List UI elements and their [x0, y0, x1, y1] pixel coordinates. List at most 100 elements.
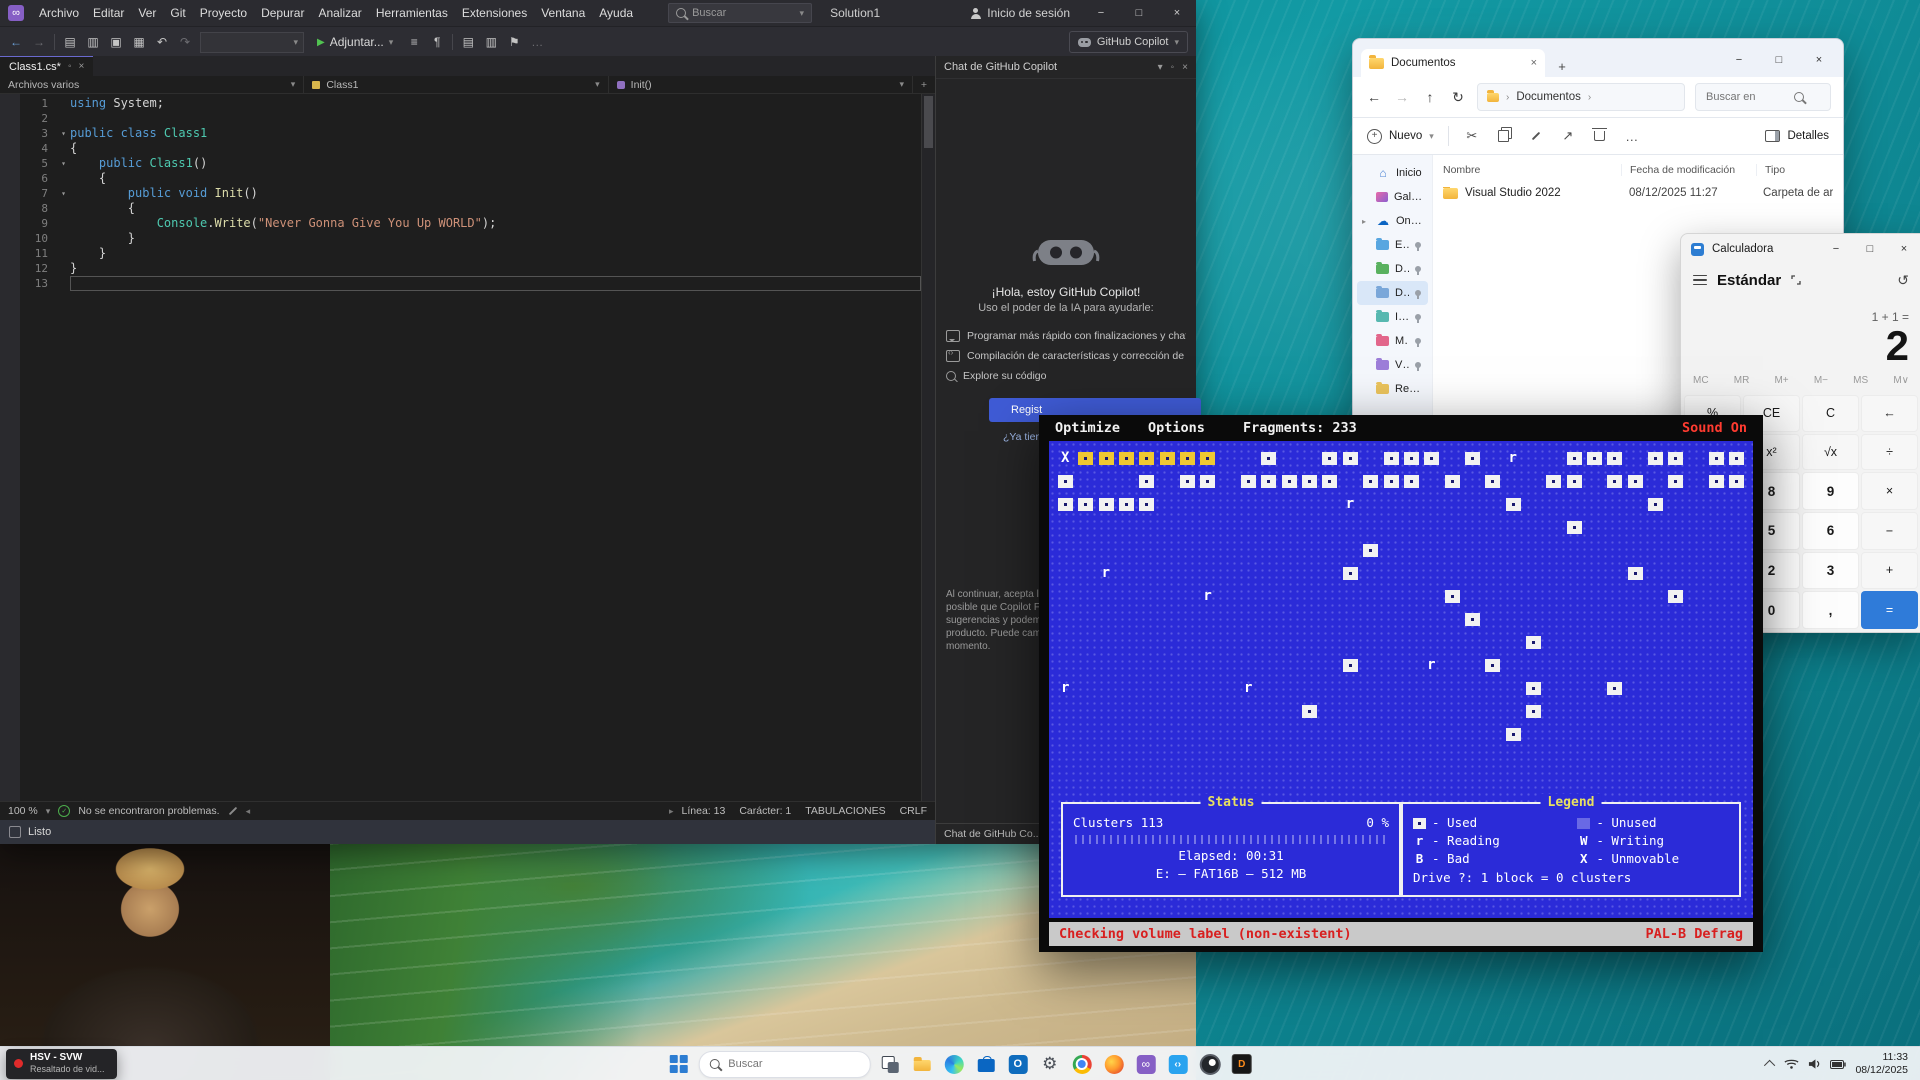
calc-key-9[interactable]: 9 — [1802, 472, 1859, 510]
menu-archivo[interactable]: Archivo — [32, 0, 86, 26]
rename-icon[interactable] — [1527, 135, 1545, 137]
dosbox-icon[interactable] — [1229, 1052, 1254, 1077]
battery-icon[interactable] — [1830, 1060, 1846, 1069]
menu-icon[interactable] — [1693, 275, 1707, 286]
address-bar[interactable]: › Documentos › — [1477, 83, 1685, 111]
bookmark-icon[interactable]: ⚑ — [506, 33, 522, 51]
sign-in-button[interactable]: Inicio de sesión — [960, 6, 1080, 20]
comment-icon[interactable]: ▥ — [483, 33, 499, 51]
menu-extensiones[interactable]: Extensiones — [455, 0, 534, 26]
more-options-icon[interactable]: … — [1623, 129, 1641, 144]
tab-class1-cs[interactable]: Class1.cs* ◦ × — [0, 56, 93, 76]
code-editor[interactable]: 1using System;23▾public class Class14{5▾… — [0, 94, 935, 801]
menu-options[interactable]: Options — [1148, 420, 1205, 436]
code-text[interactable]: } — [70, 246, 921, 261]
chevron-right-icon[interactable]: ▸ — [1362, 217, 1370, 226]
code-text[interactable]: public class Class1 — [70, 126, 921, 141]
calc-key-item[interactable]: ÷ — [1861, 434, 1918, 471]
vscode-icon[interactable] — [1165, 1052, 1190, 1077]
scrollbar-thumb[interactable] — [924, 96, 933, 148]
code-text[interactable]: using System; — [70, 96, 921, 111]
chrome-icon[interactable] — [1069, 1052, 1094, 1077]
add-icon[interactable]: + — [913, 79, 935, 91]
editor-scrollbar[interactable] — [921, 94, 935, 801]
sidebar-item-recorded-video[interactable]: Recorded Video — [1357, 377, 1428, 401]
back-icon[interactable]: ← — [1365, 89, 1383, 105]
breadcrumb-member[interactable]: Init() ▾ — [609, 76, 913, 93]
explorer-tab[interactable]: Documentos × — [1361, 49, 1545, 77]
refresh-icon[interactable]: ↻ — [1449, 89, 1467, 106]
minimize-button[interactable]: − — [1819, 234, 1853, 264]
hscroll-right-icon[interactable]: ▸ — [669, 806, 674, 817]
minimize-button[interactable]: − — [1082, 0, 1120, 26]
calc-key-item[interactable]: , — [1802, 591, 1859, 629]
store-icon[interactable] — [973, 1052, 998, 1077]
calc-key-item[interactable]: × — [1861, 472, 1918, 510]
menu-git[interactable]: Git — [163, 0, 192, 26]
vs-search-box[interactable]: Buscar ▾ — [668, 3, 812, 23]
visual-studio-icon[interactable] — [1133, 1052, 1158, 1077]
menu-ver[interactable]: Ver — [131, 0, 163, 26]
share-icon[interactable]: ↗ — [1559, 128, 1577, 144]
sidebar-item-videos[interactable]: Vídeos — [1357, 353, 1428, 377]
close-icon[interactable]: × — [1182, 62, 1188, 73]
forward-icon[interactable]: → — [1393, 89, 1411, 105]
menu-depurar[interactable]: Depurar — [254, 0, 311, 26]
calculator-mode[interactable]: Estándar — [1717, 272, 1781, 289]
close-button[interactable]: × — [1158, 0, 1196, 26]
pin-icon[interactable]: ◦ — [1171, 62, 1175, 73]
delete-icon[interactable] — [1591, 131, 1609, 141]
undo-icon[interactable]: ↶ — [154, 33, 170, 51]
menu-editar[interactable]: Editar — [86, 0, 131, 26]
sidebar-item-galeria[interactable]: Galería — [1357, 185, 1428, 209]
line-indicator[interactable]: Línea: 13 — [682, 805, 726, 817]
fold-marker-icon[interactable]: ▾ — [57, 156, 70, 171]
code-text[interactable]: Console.Write("Never Gonna Give You Up W… — [70, 216, 921, 231]
menu-analizar[interactable]: Analizar — [311, 0, 368, 26]
code-text[interactable]: { — [70, 201, 921, 216]
save-all-icon[interactable]: ▦ — [131, 33, 147, 51]
close-button[interactable]: × — [1799, 54, 1839, 66]
copy-icon[interactable] — [1495, 130, 1513, 142]
calc-key-3[interactable]: 3 — [1802, 552, 1859, 590]
search-input[interactable] — [1704, 90, 1788, 104]
close-icon[interactable]: × — [79, 61, 85, 72]
up-icon[interactable]: ↑ — [1421, 89, 1439, 105]
outlook-icon[interactable] — [1005, 1052, 1030, 1077]
save-icon[interactable]: ▣ — [108, 33, 124, 51]
calc-key-item[interactable]: − — [1861, 512, 1918, 550]
taskbar-clock[interactable]: 11:33 08/12/2025 — [1855, 1051, 1908, 1077]
chevron-down-icon[interactable]: ▾ — [1158, 62, 1163, 73]
calc-key-c[interactable]: C — [1802, 395, 1859, 432]
taskbar-search[interactable] — [698, 1051, 870, 1078]
code-text[interactable] — [70, 111, 921, 126]
maximize-button[interactable]: □ — [1853, 234, 1887, 264]
hot-reload-icon[interactable]: ≡ — [406, 33, 422, 51]
new-file-icon[interactable]: ▤ — [62, 33, 78, 51]
menu-herramientas[interactable]: Herramientas — [369, 0, 455, 26]
table-row[interactable]: Visual Studio 202208/12/2025 11:27Carpet… — [1443, 181, 1843, 205]
sidebar-item-imagenes[interactable]: Imágenes — [1357, 305, 1428, 329]
memory-ms[interactable]: MS — [1853, 375, 1868, 386]
calc-key-item[interactable]: + — [1861, 552, 1918, 590]
new-tab-button[interactable]: + — [1551, 55, 1573, 77]
notification-toast[interactable]: HSV - SVW Resaltado de vid... — [6, 1049, 117, 1079]
firefox-icon[interactable] — [1101, 1052, 1126, 1077]
calc-key-item[interactable]: ← — [1861, 395, 1918, 432]
code-text[interactable] — [70, 276, 921, 291]
code-text[interactable]: } — [70, 231, 921, 246]
obs-icon[interactable] — [1197, 1052, 1222, 1077]
navigate-back-icon[interactable]: ← — [8, 33, 24, 51]
indent-icon[interactable]: ▤ — [460, 33, 476, 51]
code-text[interactable]: public Class1() — [70, 156, 921, 171]
memory-mr[interactable]: MR — [1734, 375, 1750, 386]
memory-mc[interactable]: MC — [1693, 375, 1709, 386]
cut-icon[interactable]: ✂ — [1463, 128, 1481, 144]
attach-button[interactable]: ▶ Adjuntar... ▾ — [311, 35, 399, 49]
wifi-icon[interactable] — [1784, 1058, 1799, 1070]
sound-toggle[interactable]: Sound On — [1682, 420, 1747, 436]
problems-status[interactable]: No se encontraron problemas. — [78, 805, 219, 817]
char-indicator[interactable]: Carácter: 1 — [739, 805, 791, 817]
column-date[interactable]: Fecha de modificación — [1630, 164, 1757, 176]
sidebar-item-escritorio[interactable]: Escritorio — [1357, 233, 1428, 257]
